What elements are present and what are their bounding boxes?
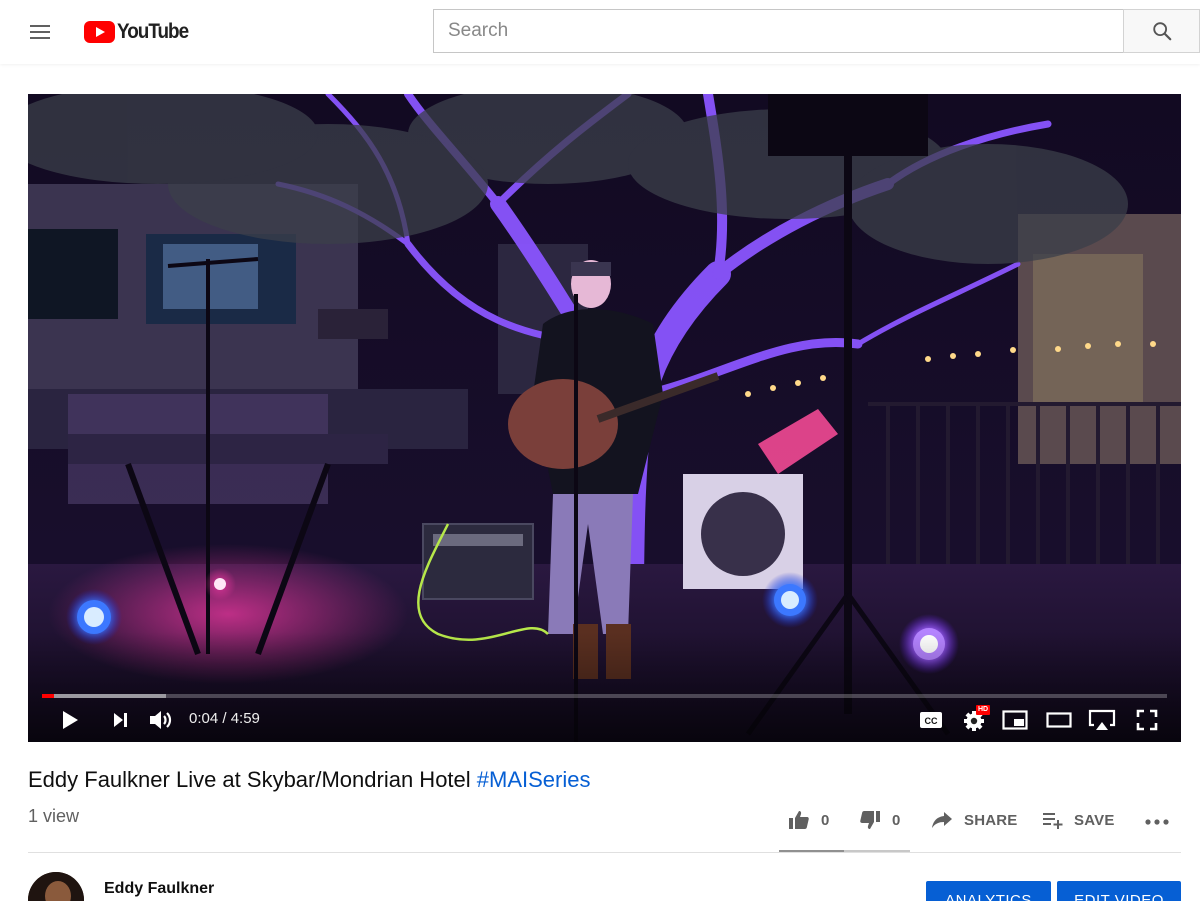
mute-button[interactable] (146, 704, 176, 736)
time-display: 0:04 / 4:59 (189, 710, 260, 727)
fullscreen-icon (1136, 709, 1158, 731)
save-label: SAVE (1074, 811, 1115, 829)
more-actions-button[interactable] (1144, 804, 1170, 840)
theater-icon (1046, 712, 1072, 728)
share-button[interactable]: SHARE (931, 802, 1018, 838)
like-button[interactable]: 0 (787, 802, 830, 838)
video-title: Eddy Faulkner Live at Skybar/Mondrian Ho… (28, 765, 591, 795)
play-icon (63, 711, 78, 729)
airplay-icon (1088, 709, 1116, 730)
more-horizontal-icon (1145, 819, 1169, 825)
channel-name[interactable]: Eddy Faulkner (104, 880, 214, 898)
dislike-button[interactable]: 0 (858, 802, 901, 838)
thumbs-up-icon (789, 811, 809, 829)
save-button[interactable]: SAVE (1042, 802, 1115, 838)
play-button[interactable] (56, 704, 84, 736)
avatar-image (28, 872, 84, 901)
played-bar (42, 694, 54, 698)
hashtag-link[interactable]: #MAISeries (477, 767, 591, 792)
search-bar (433, 9, 1200, 53)
thumbs-down-icon (860, 811, 880, 829)
youtube-play-logo-icon (84, 21, 115, 43)
miniplayer-button[interactable] (1000, 704, 1030, 736)
hd-badge: HD (976, 705, 991, 715)
youtube-logo[interactable]: YouTube (84, 20, 196, 44)
fullscreen-button[interactable] (1132, 704, 1162, 736)
miniplayer-icon (1002, 710, 1028, 730)
like-count: 0 (821, 811, 830, 829)
cast-button[interactable] (1086, 704, 1118, 736)
captions-icon: CC (920, 712, 942, 728)
info-divider (28, 852, 1181, 853)
search-button[interactable] (1123, 9, 1200, 53)
theater-mode-button[interactable] (1044, 704, 1074, 736)
masthead: YouTube (0, 0, 1200, 64)
progress-bar[interactable] (42, 694, 1167, 698)
captions-button[interactable]: CC (916, 704, 946, 736)
next-button[interactable] (106, 704, 134, 736)
svg-text:CC: CC (925, 716, 938, 726)
video-player[interactable]: 0:04 / 4:59 CC HD (28, 94, 1181, 742)
share-label: SHARE (964, 811, 1018, 829)
video-title-text: Eddy Faulkner Live at Skybar/Mondrian Ho… (28, 767, 477, 792)
view-count: 1 view (28, 806, 80, 826)
logo-text: YouTube (117, 20, 189, 43)
next-icon (114, 713, 127, 727)
playlist-add-icon (1043, 813, 1063, 829)
dislike-count: 0 (892, 811, 901, 829)
buffered-bar (42, 694, 166, 698)
settings-button[interactable]: HD (958, 704, 992, 736)
edit-video-button[interactable]: EDIT VIDEO (1057, 881, 1181, 901)
menu-icon[interactable] (28, 20, 52, 44)
share-arrow-icon (932, 812, 952, 828)
analytics-button[interactable]: ANALYTICS (926, 881, 1051, 901)
search-input[interactable] (433, 9, 1123, 53)
channel-avatar[interactable] (28, 872, 84, 901)
volume-icon (150, 711, 172, 729)
search-icon (1152, 22, 1171, 41)
